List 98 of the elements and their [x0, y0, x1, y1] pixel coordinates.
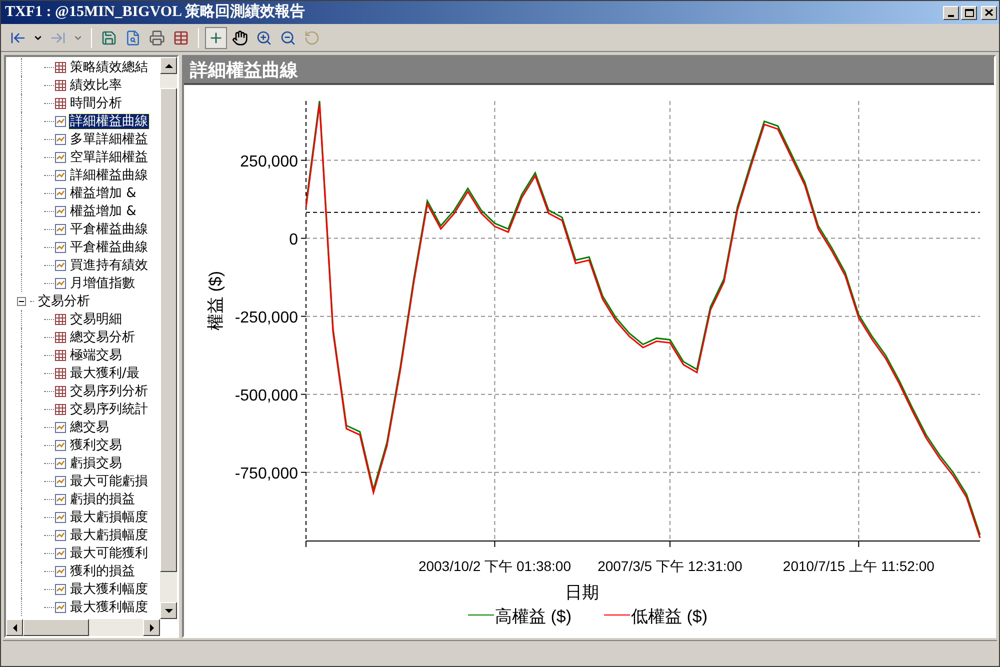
tree-item[interactable]: 權益增加 & — [69, 186, 138, 200]
table-icon — [55, 404, 66, 414]
table-icon — [55, 62, 66, 72]
tree-item[interactable]: 最大可能虧損 — [69, 474, 149, 488]
tree-item[interactable]: 策略績效總結 — [69, 60, 149, 74]
tree-item[interactable]: 總交易分析 — [69, 330, 136, 344]
tree-item[interactable]: 獲利的損益 — [69, 564, 136, 578]
table-icon — [55, 80, 66, 90]
x-tick-label: 2003/10/2 下午 01:38:00 — [418, 558, 571, 574]
tree-item[interactable]: 虧損的損益 — [69, 492, 136, 506]
tree-item[interactable]: 虧損交易 — [69, 456, 123, 470]
chart-icon — [55, 116, 66, 126]
chart-icon — [55, 512, 66, 522]
tree-item[interactable]: 最大獲利/最 — [69, 366, 140, 380]
legend-label: 高權益 ($) — [495, 607, 572, 626]
panel-title: 詳細權益曲線 — [190, 58, 298, 82]
scroll-up-button[interactable] — [160, 57, 177, 74]
preview-icon — [125, 30, 141, 46]
chart-icon — [55, 602, 66, 612]
y-axis-title: 權益 ($) — [206, 270, 225, 330]
table-icon — [55, 368, 66, 378]
tree-item[interactable]: 詳細權益曲線 — [69, 168, 149, 182]
tree-item[interactable]: 時間分析 — [69, 96, 123, 110]
tree-item[interactable]: 獲利交易 — [69, 438, 123, 452]
tree-item[interactable]: 交易序列統計 — [69, 402, 149, 416]
zoom-out-icon — [280, 30, 296, 46]
undo-icon — [304, 30, 320, 46]
chart-icon — [55, 440, 66, 450]
table-icon — [55, 350, 66, 360]
hand-icon — [232, 30, 248, 46]
chart-icon — [55, 152, 66, 162]
close-icon — [985, 9, 993, 16]
window-title: TXF1 : @15MIN_BIGVOL 策略回測績效報告 — [5, 2, 305, 22]
y-tick-label: -250,000 — [234, 309, 298, 326]
chart-icon — [55, 278, 66, 288]
tree-item[interactable]: 月增值指數 — [69, 276, 136, 290]
y-tick-label: 250,000 — [240, 153, 298, 170]
close-button[interactable] — [981, 6, 997, 20]
x-axis-title: 日期 — [565, 583, 599, 602]
scroll-right-button[interactable] — [143, 619, 160, 636]
chart-icon — [55, 584, 66, 594]
tree-item[interactable]: 最大獲利幅度 — [69, 582, 149, 596]
chart-icon — [55, 224, 66, 234]
scroll-left-button[interactable] — [6, 619, 23, 636]
chart-icon — [55, 134, 66, 144]
x-tick-label: 2007/3/5 下午 12:31:00 — [598, 558, 742, 574]
printer-icon — [149, 30, 165, 46]
tree-item[interactable]: 交易明細 — [69, 312, 123, 326]
table-icon — [55, 332, 66, 342]
legend-label: 低權益 ($) — [631, 607, 708, 626]
zoom-in-icon — [256, 30, 272, 46]
crosshair-icon — [208, 30, 224, 46]
chart-icon — [55, 422, 66, 432]
tree-item[interactable]: 交易序列分析 — [69, 384, 149, 398]
tree-item[interactable]: 買進持有績效 — [69, 258, 149, 272]
tree-item[interactable]: 多單詳細權益 — [69, 132, 149, 146]
chart-icon — [55, 530, 66, 540]
y-tick-label: -500,000 — [234, 387, 298, 404]
maximize-button[interactable] — [961, 6, 977, 20]
chart-icon — [55, 458, 66, 468]
minimize-button[interactable] — [943, 6, 959, 20]
tree-item[interactable]: 最大可能獲利 — [69, 546, 149, 560]
chart-icon — [55, 188, 66, 198]
chart-icon — [55, 260, 66, 270]
x-tick-label: 2010/7/15 上午 11:52:00 — [782, 558, 934, 574]
tree-item[interactable]: 空單詳細權益 — [69, 150, 149, 164]
tree-item[interactable]: 最大虧損幅度 — [69, 528, 149, 542]
chart-icon — [55, 494, 66, 504]
crosshair-button[interactable] — [205, 26, 227, 48]
table-icon — [55, 98, 66, 108]
chart-icon — [55, 206, 66, 216]
y-tick-label: -750,000 — [234, 465, 298, 482]
y-tick-label: 0 — [289, 231, 298, 248]
chart-icon — [55, 548, 66, 558]
tree-item[interactable]: 最大獲利幅度 — [69, 600, 149, 614]
chart-icon — [55, 170, 66, 180]
tree-item[interactable]: 詳細權益曲線 — [69, 114, 149, 128]
save-icon — [101, 30, 117, 46]
tree-item[interactable]: 績效比率 — [69, 78, 123, 92]
tree-item[interactable]: 極端交易 — [69, 348, 123, 362]
collapse-toggle[interactable] — [17, 296, 26, 306]
forward-icon — [50, 30, 66, 46]
chart-icon — [55, 476, 66, 486]
scroll-down-button[interactable] — [160, 602, 177, 619]
back-icon — [10, 30, 26, 46]
chart-icon — [55, 566, 66, 576]
tree-item[interactable]: 最大虧損幅度 — [69, 510, 149, 524]
table-icon — [173, 30, 189, 46]
chart-icon — [55, 242, 66, 252]
table-icon — [55, 314, 66, 324]
tree-item[interactable]: 權益增加 & — [69, 204, 138, 218]
tree-item[interactable]: 平倉權益曲線 — [69, 222, 149, 236]
tree-item[interactable]: 平倉權益曲線 — [69, 240, 149, 254]
horizontal-scrollbar[interactable] — [6, 619, 160, 636]
tree-group-label[interactable]: 交易分析 — [38, 294, 90, 308]
tree-item[interactable]: 總交易 — [69, 420, 110, 434]
scroll-thumb[interactable] — [23, 619, 89, 636]
table-icon — [55, 386, 66, 396]
